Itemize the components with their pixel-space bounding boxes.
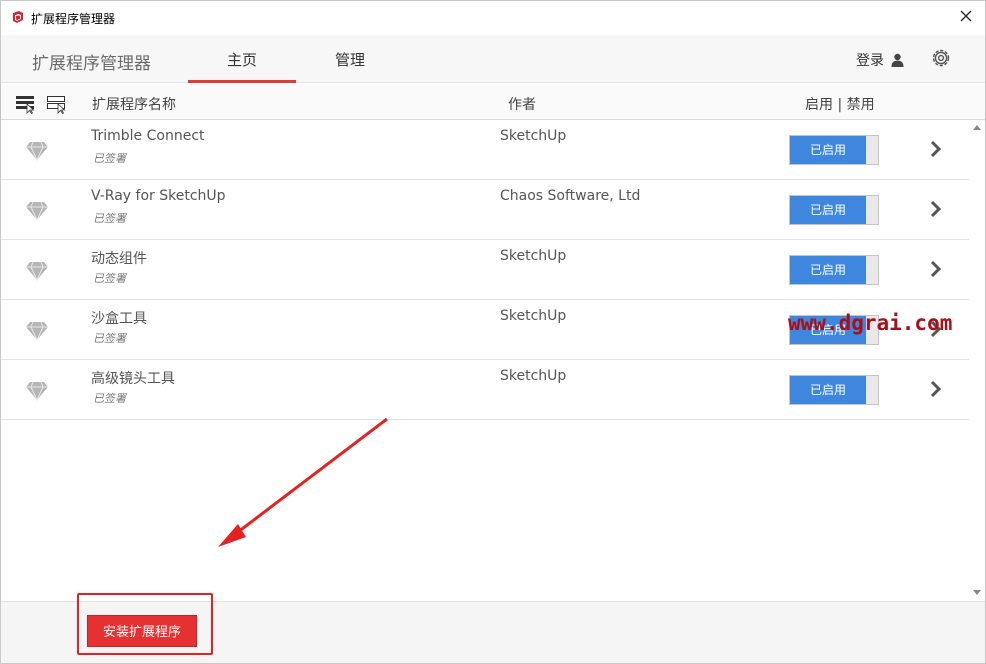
extension-author: SketchUp bbox=[500, 248, 567, 264]
tab-home-label: 主页 bbox=[226, 51, 257, 69]
signed-label: 已签署 bbox=[93, 332, 126, 345]
tab-manage[interactable]: 管理 bbox=[315, 49, 385, 70]
extension-name: V-Ray for SketchUp bbox=[91, 188, 226, 204]
signed-label: 已签署 bbox=[93, 272, 126, 285]
extension-gem-icon bbox=[26, 381, 48, 401]
watermark: www.dgrai.com bbox=[788, 311, 953, 335]
extension-name: 高级镜头工具 bbox=[91, 371, 175, 387]
column-author-header[interactable]: 作者 bbox=[508, 94, 536, 114]
detail-view-icon[interactable] bbox=[46, 94, 68, 114]
enable-toggle-label: 已启用 bbox=[790, 256, 866, 284]
enable-toggle-label: 已启用 bbox=[790, 136, 866, 164]
enable-toggle[interactable]: 已启用 bbox=[789, 195, 879, 225]
login-button[interactable]: 登录 bbox=[856, 50, 904, 70]
column-header: 扩展程序名称 作者 启用 | 禁用 bbox=[1, 84, 985, 120]
extension-name: 沙盒工具 bbox=[91, 311, 147, 327]
gear-icon[interactable] bbox=[930, 47, 952, 69]
scroll-up-icon[interactable] bbox=[973, 124, 981, 132]
extension-author: SketchUp bbox=[500, 128, 567, 144]
enable-toggle[interactable]: 已启用 bbox=[789, 135, 879, 165]
signed-label: 已签署 bbox=[93, 392, 126, 405]
extension-gem-icon bbox=[26, 321, 48, 341]
title-bar: 扩展程序管理器 bbox=[1, 1, 985, 35]
chevron-right-icon[interactable] bbox=[929, 379, 943, 399]
app-name: 扩展程序管理器 bbox=[32, 54, 151, 74]
enable-toggle-label: 已启用 bbox=[790, 196, 866, 224]
extension-row[interactable]: 动态组件 已签署 SketchUp 已启用 bbox=[1, 240, 969, 300]
extension-author: Chaos Software, Ltd bbox=[500, 188, 641, 204]
sketchup-icon bbox=[13, 11, 23, 23]
list-view-icon[interactable] bbox=[15, 94, 37, 114]
chevron-right-icon[interactable] bbox=[929, 199, 943, 219]
enable-toggle-label: 已启用 bbox=[790, 376, 866, 404]
vertical-scrollbar[interactable] bbox=[969, 120, 985, 600]
close-icon[interactable] bbox=[957, 7, 975, 25]
extension-row[interactable]: V-Ray for SketchUp 已签署 Chaos Software, L… bbox=[1, 180, 969, 240]
tab-home[interactable]: 主页 bbox=[188, 49, 296, 83]
extension-list: Trimble Connect 已签署 SketchUp 已启用 V-Ray f… bbox=[1, 120, 969, 600]
login-label: 登录 bbox=[856, 53, 884, 69]
enable-toggle[interactable]: 已启用 bbox=[789, 375, 879, 405]
install-extension-button[interactable]: 安装扩展程序 bbox=[87, 615, 197, 647]
enable-toggle[interactable]: 已启用 bbox=[789, 255, 879, 285]
extension-name: Trimble Connect bbox=[91, 128, 205, 144]
signed-label: 已签署 bbox=[93, 212, 126, 225]
chevron-right-icon[interactable] bbox=[929, 139, 943, 159]
header-bar: 扩展程序管理器 主页 管理 登录 bbox=[1, 35, 985, 83]
extension-gem-icon bbox=[26, 201, 48, 221]
user-icon bbox=[891, 53, 904, 67]
extension-author: SketchUp bbox=[500, 308, 567, 324]
scroll-down-icon[interactable] bbox=[973, 588, 981, 596]
active-tab-indicator bbox=[188, 80, 296, 83]
extension-gem-icon bbox=[26, 261, 48, 281]
window-title: 扩展程序管理器 bbox=[31, 12, 116, 26]
signed-label: 已签署 bbox=[93, 152, 126, 165]
extension-gem-icon bbox=[26, 141, 48, 161]
column-status-header: 启用 | 禁用 bbox=[805, 97, 875, 113]
chevron-right-icon[interactable] bbox=[929, 259, 943, 279]
column-name-header[interactable]: 扩展程序名称 bbox=[92, 94, 176, 114]
extension-author: SketchUp bbox=[500, 368, 567, 384]
extension-name: 动态组件 bbox=[91, 251, 147, 267]
extension-row[interactable]: 高级镜头工具 已签署 SketchUp 已启用 bbox=[1, 360, 969, 420]
tab-manage-label: 管理 bbox=[334, 51, 365, 69]
extension-row[interactable]: Trimble Connect 已签署 SketchUp 已启用 bbox=[1, 120, 969, 180]
